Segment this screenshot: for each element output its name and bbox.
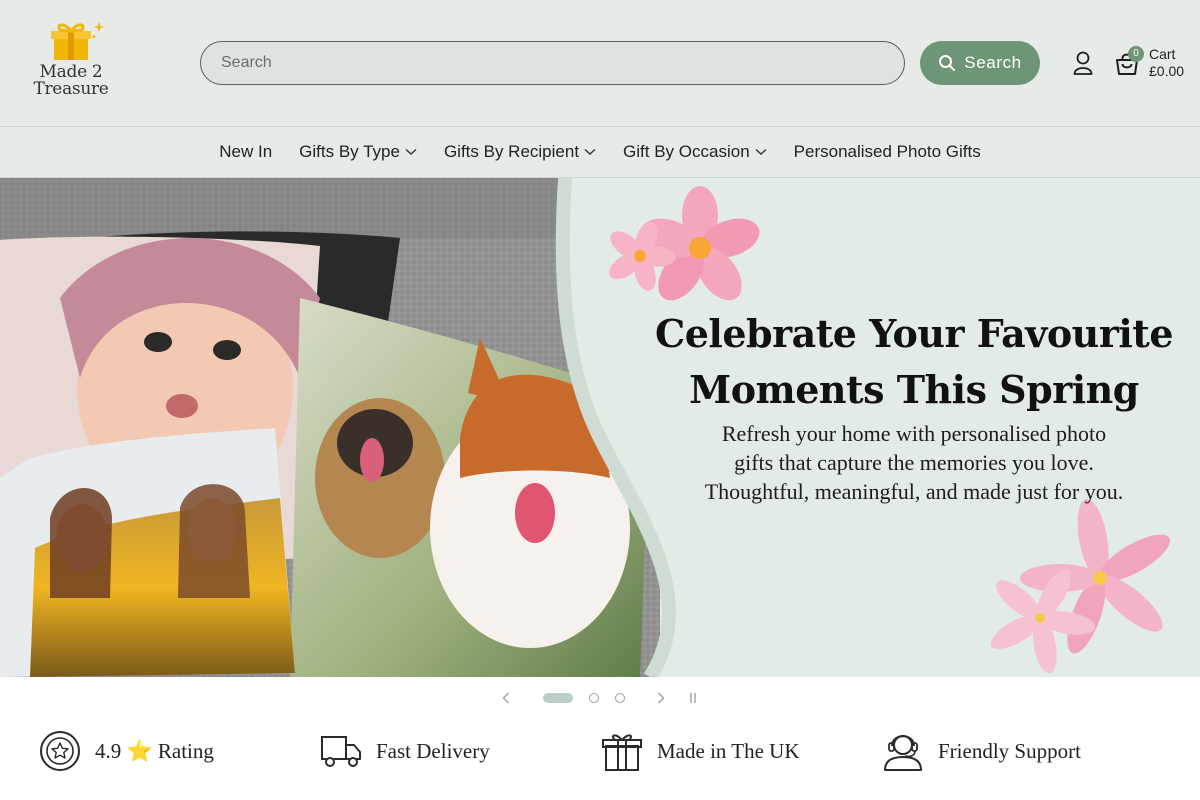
main-nav: New In Gifts By Type Gifts By Recipient …: [0, 127, 1200, 178]
hero-title: Celebrate Your Favourite Moments This Sp…: [640, 306, 1188, 418]
hero-subtitle: Refresh your home with personalised phot…: [640, 419, 1188, 506]
search-button-label: Search: [964, 53, 1022, 72]
feature-rating: 4.9 ⭐ Rating: [39, 730, 214, 772]
chevron-down-icon: [755, 148, 767, 155]
chevron-down-icon: [584, 148, 596, 155]
slider-next-button[interactable]: [653, 688, 669, 708]
slider-dot-1[interactable]: [543, 693, 573, 703]
nav-item-personalised-photo-gifts[interactable]: Personalised Photo Gifts: [794, 142, 981, 162]
cart-label: Cart: [1149, 46, 1176, 62]
hero-subtitle-line3: Thoughtful, meaningful, and made just fo…: [704, 479, 1124, 504]
slider-prev-button[interactable]: [498, 688, 514, 708]
chevron-down-icon: [405, 148, 417, 155]
nav-item-gift-by-occasion[interactable]: Gift By Occasion: [623, 142, 767, 162]
cart-total: £0.00: [1149, 63, 1185, 79]
account-button[interactable]: [1068, 48, 1098, 78]
nav-item-label: New In: [219, 142, 273, 161]
hero-title-line2: Moments This Spring: [689, 367, 1139, 412]
feature-made-in-uk-text: Made in The UK: [657, 738, 800, 763]
features-bar: 4.9 ⭐ Rating Fast Delivery Made in The U…: [0, 720, 1200, 780]
gift-box-icon: [602, 734, 642, 771]
nav-item-label: Gifts By Type: [299, 142, 400, 161]
feature-delivery-text: Fast Delivery: [376, 738, 490, 763]
search-input[interactable]: [201, 42, 904, 84]
gift-icon: [51, 22, 104, 60]
nav-item-new-in[interactable]: New In: [219, 142, 272, 162]
cart-button[interactable]: 0 Cart £0.00: [1114, 45, 1194, 85]
search-button[interactable]: Search: [920, 41, 1040, 85]
slider-dot-2[interactable]: [589, 693, 599, 703]
nav-item-label: Gifts By Recipient: [443, 142, 580, 161]
site-header: Made 2 Treasure Search 0 Cart £0.00: [0, 0, 1200, 127]
hero-subtitle-line2: gifts that capture the memories you love…: [734, 450, 1094, 475]
chevron-left-icon: [502, 692, 509, 704]
hero-subtitle-line1: Refresh your home with personalised phot…: [721, 421, 1107, 446]
pause-icon: [690, 693, 696, 703]
slider-dot-3[interactable]: [615, 693, 625, 703]
logo-text-line2: Treasure: [33, 79, 109, 99]
feature-rating-text: 4.9 ⭐ Rating: [95, 738, 214, 763]
user-icon: [1073, 51, 1093, 75]
hero-title-line1: Celebrate Your Favourite: [654, 311, 1174, 356]
feature-delivery: Fast Delivery: [320, 730, 490, 772]
nav-item-gifts-by-recipient[interactable]: Gifts By Recipient: [444, 142, 596, 162]
nav-item-gifts-by-type[interactable]: Gifts By Type: [299, 142, 417, 162]
slider-pause-button[interactable]: [685, 688, 701, 708]
cart-count-badge: 0: [1128, 46, 1144, 62]
brand-logo[interactable]: Made 2 Treasure: [28, 20, 114, 100]
feature-made-in-uk: Made in The UK: [601, 730, 800, 772]
support-agent-icon: [884, 735, 922, 771]
search-icon: [939, 55, 956, 71]
nav-item-label: Personalised Photo Gifts: [793, 142, 981, 161]
nav-item-label: Gift By Occasion: [623, 142, 750, 161]
slider-controls: [490, 688, 710, 708]
search-box: [200, 41, 905, 85]
feature-support: Friendly Support: [882, 730, 1081, 772]
delivery-truck-icon: [321, 736, 361, 767]
rating-badge-icon: [40, 731, 80, 771]
hero-banner[interactable]: Celebrate Your Favourite Moments This Sp…: [0, 178, 1200, 677]
chevron-right-icon: [658, 692, 665, 704]
feature-support-text: Friendly Support: [938, 738, 1081, 763]
